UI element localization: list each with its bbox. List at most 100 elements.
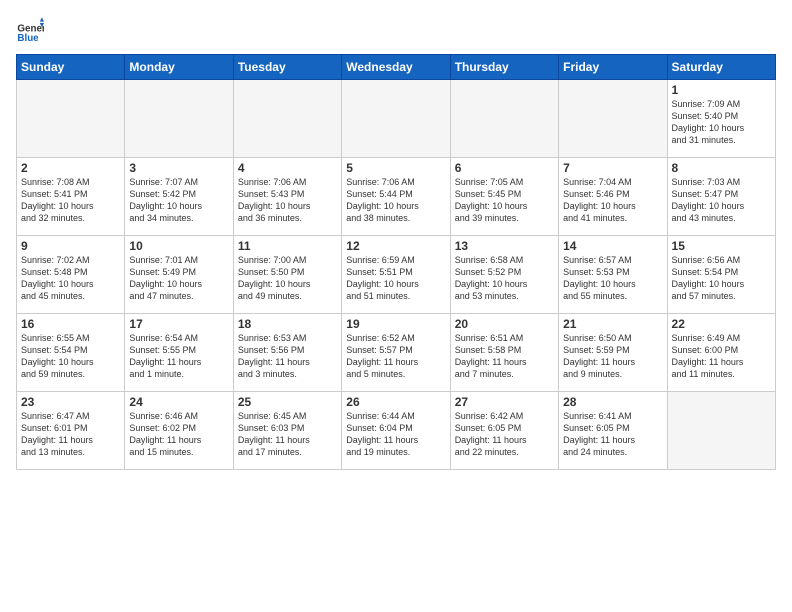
day-info: Sunrise: 7:04 AM Sunset: 5:46 PM Dayligh… — [563, 176, 662, 225]
day-info: Sunrise: 6:54 AM Sunset: 5:55 PM Dayligh… — [129, 332, 228, 381]
day-number: 13 — [455, 239, 554, 253]
calendar-header-row: SundayMondayTuesdayWednesdayThursdayFrid… — [17, 55, 776, 80]
calendar-day-cell: 8Sunrise: 7:03 AM Sunset: 5:47 PM Daylig… — [667, 158, 775, 236]
day-number: 27 — [455, 395, 554, 409]
day-number: 11 — [238, 239, 337, 253]
day-number: 16 — [21, 317, 120, 331]
day-number: 23 — [21, 395, 120, 409]
day-info: Sunrise: 6:55 AM Sunset: 5:54 PM Dayligh… — [21, 332, 120, 381]
day-number: 18 — [238, 317, 337, 331]
calendar-week-row: 23Sunrise: 6:47 AM Sunset: 6:01 PM Dayli… — [17, 392, 776, 470]
calendar-day-cell: 20Sunrise: 6:51 AM Sunset: 5:58 PM Dayli… — [450, 314, 558, 392]
day-info: Sunrise: 7:00 AM Sunset: 5:50 PM Dayligh… — [238, 254, 337, 303]
calendar-day-cell — [450, 80, 558, 158]
day-number: 6 — [455, 161, 554, 175]
calendar-day-cell: 11Sunrise: 7:00 AM Sunset: 5:50 PM Dayli… — [233, 236, 341, 314]
day-number: 25 — [238, 395, 337, 409]
calendar-day-cell: 24Sunrise: 6:46 AM Sunset: 6:02 PM Dayli… — [125, 392, 233, 470]
calendar-day-cell: 5Sunrise: 7:06 AM Sunset: 5:44 PM Daylig… — [342, 158, 450, 236]
day-number: 12 — [346, 239, 445, 253]
calendar-week-row: 2Sunrise: 7:08 AM Sunset: 5:41 PM Daylig… — [17, 158, 776, 236]
calendar-day-cell: 25Sunrise: 6:45 AM Sunset: 6:03 PM Dayli… — [233, 392, 341, 470]
calendar-day-cell: 2Sunrise: 7:08 AM Sunset: 5:41 PM Daylig… — [17, 158, 125, 236]
calendar-day-cell: 9Sunrise: 7:02 AM Sunset: 5:48 PM Daylig… — [17, 236, 125, 314]
calendar-day-cell — [17, 80, 125, 158]
day-number: 20 — [455, 317, 554, 331]
calendar-day-cell — [342, 80, 450, 158]
calendar-day-cell: 15Sunrise: 6:56 AM Sunset: 5:54 PM Dayli… — [667, 236, 775, 314]
calendar-day-cell: 7Sunrise: 7:04 AM Sunset: 5:46 PM Daylig… — [559, 158, 667, 236]
day-number: 2 — [21, 161, 120, 175]
calendar-day-cell: 21Sunrise: 6:50 AM Sunset: 5:59 PM Dayli… — [559, 314, 667, 392]
day-info: Sunrise: 6:47 AM Sunset: 6:01 PM Dayligh… — [21, 410, 120, 459]
calendar-day-cell: 13Sunrise: 6:58 AM Sunset: 5:52 PM Dayli… — [450, 236, 558, 314]
weekday-header: Monday — [125, 55, 233, 80]
day-info: Sunrise: 6:52 AM Sunset: 5:57 PM Dayligh… — [346, 332, 445, 381]
calendar-day-cell: 6Sunrise: 7:05 AM Sunset: 5:45 PM Daylig… — [450, 158, 558, 236]
day-number: 8 — [672, 161, 771, 175]
day-number: 26 — [346, 395, 445, 409]
calendar-day-cell: 17Sunrise: 6:54 AM Sunset: 5:55 PM Dayli… — [125, 314, 233, 392]
weekday-header: Friday — [559, 55, 667, 80]
calendar-week-row: 16Sunrise: 6:55 AM Sunset: 5:54 PM Dayli… — [17, 314, 776, 392]
weekday-header: Wednesday — [342, 55, 450, 80]
calendar-day-cell: 14Sunrise: 6:57 AM Sunset: 5:53 PM Dayli… — [559, 236, 667, 314]
day-number: 5 — [346, 161, 445, 175]
weekday-header: Thursday — [450, 55, 558, 80]
day-info: Sunrise: 6:42 AM Sunset: 6:05 PM Dayligh… — [455, 410, 554, 459]
day-info: Sunrise: 7:01 AM Sunset: 5:49 PM Dayligh… — [129, 254, 228, 303]
weekday-header: Saturday — [667, 55, 775, 80]
day-number: 9 — [21, 239, 120, 253]
day-info: Sunrise: 6:44 AM Sunset: 6:04 PM Dayligh… — [346, 410, 445, 459]
calendar-table: SundayMondayTuesdayWednesdayThursdayFrid… — [16, 54, 776, 470]
calendar-header: General Blue — [16, 16, 776, 44]
day-info: Sunrise: 6:59 AM Sunset: 5:51 PM Dayligh… — [346, 254, 445, 303]
calendar-day-cell: 1Sunrise: 7:09 AM Sunset: 5:40 PM Daylig… — [667, 80, 775, 158]
day-number: 3 — [129, 161, 228, 175]
day-number: 7 — [563, 161, 662, 175]
day-number: 22 — [672, 317, 771, 331]
calendar-day-cell: 10Sunrise: 7:01 AM Sunset: 5:49 PM Dayli… — [125, 236, 233, 314]
calendar-day-cell: 12Sunrise: 6:59 AM Sunset: 5:51 PM Dayli… — [342, 236, 450, 314]
logo: General Blue — [16, 16, 50, 44]
day-number: 4 — [238, 161, 337, 175]
day-number: 24 — [129, 395, 228, 409]
day-info: Sunrise: 6:50 AM Sunset: 5:59 PM Dayligh… — [563, 332, 662, 381]
svg-text:Blue: Blue — [17, 33, 39, 44]
day-info: Sunrise: 7:03 AM Sunset: 5:47 PM Dayligh… — [672, 176, 771, 225]
logo-icon: General Blue — [16, 16, 44, 44]
day-number: 28 — [563, 395, 662, 409]
calendar-day-cell: 18Sunrise: 6:53 AM Sunset: 5:56 PM Dayli… — [233, 314, 341, 392]
day-info: Sunrise: 6:57 AM Sunset: 5:53 PM Dayligh… — [563, 254, 662, 303]
day-info: Sunrise: 7:05 AM Sunset: 5:45 PM Dayligh… — [455, 176, 554, 225]
calendar-day-cell: 19Sunrise: 6:52 AM Sunset: 5:57 PM Dayli… — [342, 314, 450, 392]
calendar-week-row: 1Sunrise: 7:09 AM Sunset: 5:40 PM Daylig… — [17, 80, 776, 158]
calendar-day-cell — [559, 80, 667, 158]
day-number: 21 — [563, 317, 662, 331]
calendar-day-cell: 23Sunrise: 6:47 AM Sunset: 6:01 PM Dayli… — [17, 392, 125, 470]
day-info: Sunrise: 6:51 AM Sunset: 5:58 PM Dayligh… — [455, 332, 554, 381]
calendar-day-cell — [125, 80, 233, 158]
day-info: Sunrise: 7:07 AM Sunset: 5:42 PM Dayligh… — [129, 176, 228, 225]
day-number: 17 — [129, 317, 228, 331]
weekday-header: Sunday — [17, 55, 125, 80]
day-info: Sunrise: 6:49 AM Sunset: 6:00 PM Dayligh… — [672, 332, 771, 381]
calendar-day-cell: 22Sunrise: 6:49 AM Sunset: 6:00 PM Dayli… — [667, 314, 775, 392]
day-info: Sunrise: 7:08 AM Sunset: 5:41 PM Dayligh… — [21, 176, 120, 225]
day-info: Sunrise: 6:58 AM Sunset: 5:52 PM Dayligh… — [455, 254, 554, 303]
day-info: Sunrise: 6:56 AM Sunset: 5:54 PM Dayligh… — [672, 254, 771, 303]
calendar-day-cell: 3Sunrise: 7:07 AM Sunset: 5:42 PM Daylig… — [125, 158, 233, 236]
day-info: Sunrise: 6:53 AM Sunset: 5:56 PM Dayligh… — [238, 332, 337, 381]
day-info: Sunrise: 7:06 AM Sunset: 5:44 PM Dayligh… — [346, 176, 445, 225]
calendar-container: General Blue SundayMondayTuesdayWednesda… — [0, 0, 792, 478]
day-number: 14 — [563, 239, 662, 253]
calendar-day-cell: 16Sunrise: 6:55 AM Sunset: 5:54 PM Dayli… — [17, 314, 125, 392]
weekday-header: Tuesday — [233, 55, 341, 80]
calendar-body: 1Sunrise: 7:09 AM Sunset: 5:40 PM Daylig… — [17, 80, 776, 470]
day-info: Sunrise: 6:45 AM Sunset: 6:03 PM Dayligh… — [238, 410, 337, 459]
day-number: 15 — [672, 239, 771, 253]
calendar-week-row: 9Sunrise: 7:02 AM Sunset: 5:48 PM Daylig… — [17, 236, 776, 314]
day-info: Sunrise: 7:02 AM Sunset: 5:48 PM Dayligh… — [21, 254, 120, 303]
calendar-day-cell — [233, 80, 341, 158]
calendar-day-cell: 26Sunrise: 6:44 AM Sunset: 6:04 PM Dayli… — [342, 392, 450, 470]
